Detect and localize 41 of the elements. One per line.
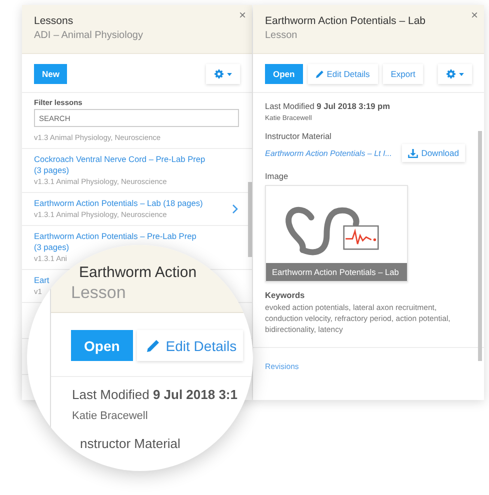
action-button[interactable]: Export <box>382 64 424 84</box>
scrollbar[interactable] <box>478 131 482 361</box>
caret-icon <box>459 72 464 76</box>
panel-subtitle: ADI – Animal Physiology <box>34 30 144 41</box>
lesson-title[interactable]: Eart <box>34 275 50 286</box>
section-heading: Keywords <box>265 290 306 300</box>
settings-dropdown[interactable] <box>438 64 472 84</box>
panel-title: Earthworm Action Potentials – Lab <box>265 15 427 27</box>
pencil-icon <box>316 70 324 78</box>
close-button[interactable]: × <box>238 8 246 22</box>
section-heading: Instructor Material <box>265 131 332 141</box>
image-card[interactable]: Earthworm Action Potentials – Lab <box>265 185 408 282</box>
panel-subtitle: Lesson <box>71 283 126 303</box>
panel-subtitle: Lesson <box>265 30 298 41</box>
lesson-pages: (3 pages) <box>34 242 70 253</box>
settings-icon <box>214 69 224 79</box>
image-caption: Earthworm Action Potentials – Lab <box>266 263 407 281</box>
caret-icon <box>227 72 232 76</box>
panel-title: Lessons <box>34 15 74 27</box>
action-button[interactable]: Edit Details <box>308 64 378 84</box>
download-icon <box>408 148 418 158</box>
file-link[interactable]: Earthworm Action Potentials – Lt I... <box>265 148 392 158</box>
panel-title: Earthworm Action <box>79 264 197 282</box>
action-button[interactable]: Edit Details <box>136 330 243 361</box>
lesson-title[interactable]: Earthworm Action Potentials – Lab (18 pages) <box>34 198 203 209</box>
action-button[interactable]: Open <box>71 330 133 361</box>
modified-date: Last Modified 9 Jul 2018 3:1 <box>72 387 238 402</box>
close-button[interactable]: × <box>470 8 478 22</box>
section-heading: Image <box>265 171 290 181</box>
modified-date: Last Modified 9 Jul 2018 3:19 pm <box>265 101 391 111</box>
lesson-title[interactable]: Cockroach Ventral Nerve Cord – Pre-Lab Prep (3 pages) <box>34 154 209 176</box>
lesson-title[interactable]: Earthworm Action Potentials – Pre-Lab Prep <box>34 231 196 242</box>
action-button[interactable]: Open <box>265 64 303 84</box>
scrollbar[interactable] <box>248 182 252 257</box>
settings-dropdown[interactable] <box>206 64 240 84</box>
section-heading: nstructor Material <box>79 436 182 451</box>
author-name: Katie Bracewell <box>72 410 149 422</box>
settings-icon <box>446 69 456 79</box>
new-button[interactable]: New <box>34 64 68 84</box>
pencil-icon <box>146 339 160 352</box>
download-button[interactable]: Download <box>402 144 465 162</box>
